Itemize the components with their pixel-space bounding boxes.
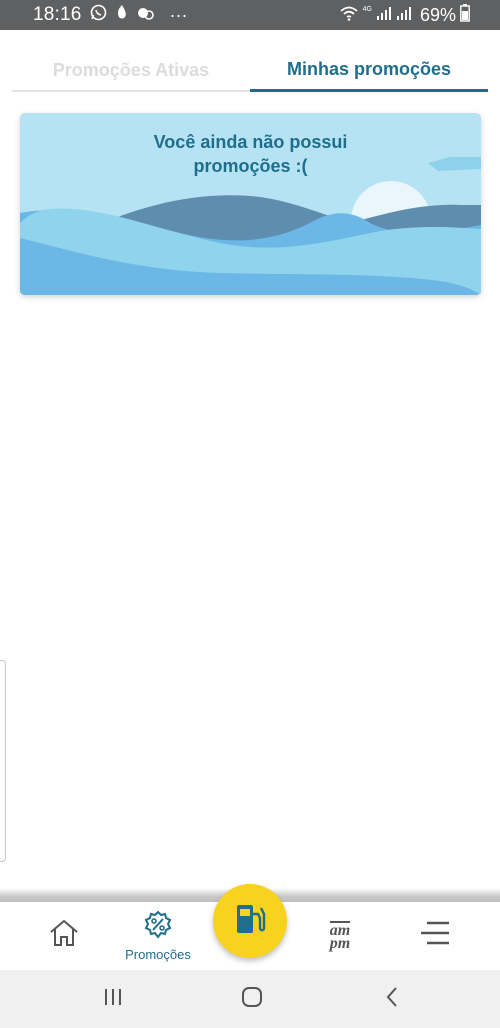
back-icon	[384, 986, 400, 1013]
percent-badge-icon	[143, 910, 173, 945]
fuel-pump-icon	[233, 902, 267, 941]
menu-icon	[419, 919, 451, 952]
more-dots: ···	[169, 4, 188, 25]
screen: 18:16 ··· 4G 69% Promoções Ativas Minhas…	[0, 0, 500, 1028]
status-bar: 18:16 ··· 4G 69%	[0, 0, 500, 30]
battery-icon	[460, 3, 470, 27]
ampm-logo-bottom: pm	[329, 934, 351, 952]
tab-minhas-promocoes[interactable]: Minhas promoções	[250, 50, 488, 92]
wifi-icon	[339, 5, 359, 26]
empty-state-line-1: Você ainda não possui	[153, 132, 348, 152]
recents-button[interactable]	[83, 970, 143, 1028]
status-right: 4G 69%	[339, 0, 470, 30]
notification-icon	[115, 4, 129, 26]
status-left: 18:16 ···	[33, 0, 188, 30]
signal-icon	[376, 5, 392, 26]
back-button[interactable]	[362, 970, 422, 1028]
fuel-button[interactable]	[213, 884, 287, 958]
nav-ampm[interactable]: am pm	[310, 902, 370, 970]
ampm-logo-icon: am pm	[329, 920, 351, 952]
edge-panel-handle[interactable]	[0, 660, 6, 862]
network-tag: 4G	[362, 5, 372, 13]
empty-state-card: Você ainda não possui promoções :(	[20, 113, 481, 295]
notification-icon-2	[137, 4, 154, 26]
nav-home[interactable]	[34, 902, 94, 970]
status-time: 18:16	[33, 4, 82, 25]
recents-icon	[103, 988, 123, 1011]
empty-state-line-2: promoções :(	[193, 156, 308, 176]
system-home-button[interactable]	[222, 970, 282, 1028]
battery-percent: 69%	[419, 4, 456, 25]
empty-state-message: Você ainda não possui promoções :(	[20, 130, 481, 178]
signal-icon-2	[396, 5, 412, 26]
tab-bar: Promoções Ativas Minhas promoções	[12, 50, 488, 92]
nav-promocoes[interactable]: Promoções	[118, 902, 198, 970]
tab-promocoes-ativas[interactable]: Promoções Ativas	[12, 50, 250, 92]
home-icon	[48, 917, 80, 954]
nav-menu[interactable]	[405, 902, 465, 970]
system-nav-bar	[0, 970, 500, 1028]
whatsapp-icon	[90, 4, 107, 26]
home-circle-icon	[241, 986, 263, 1013]
nav-promocoes-label: Promoções	[125, 947, 191, 962]
